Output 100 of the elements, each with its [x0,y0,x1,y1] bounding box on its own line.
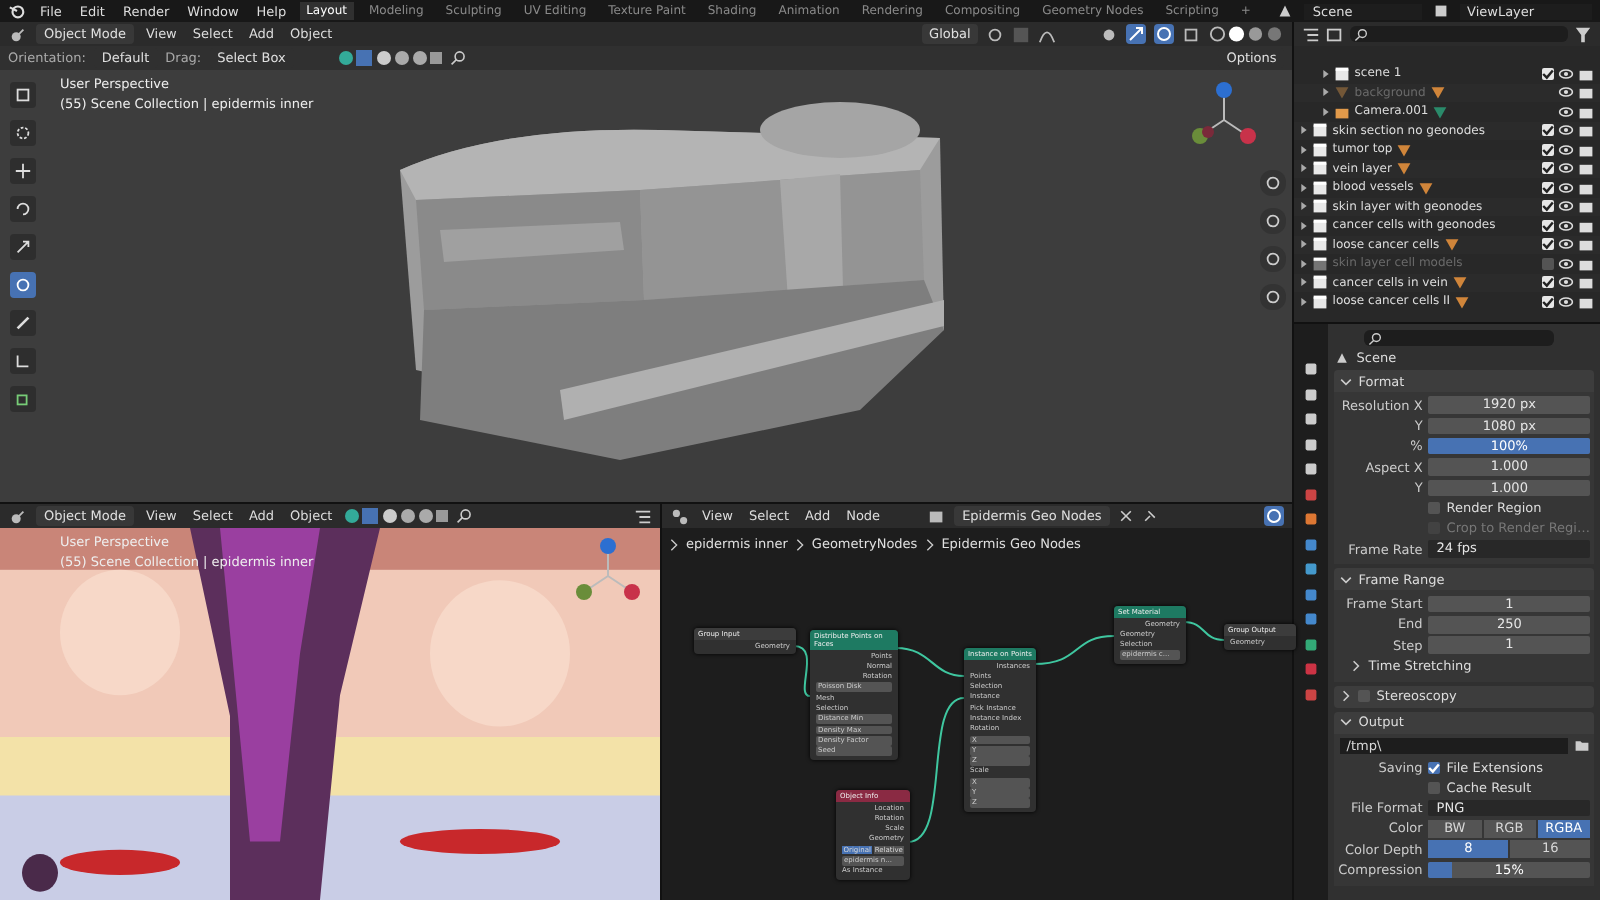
exclude-checkbox[interactable] [1542,200,1554,213]
exclude-checkbox[interactable] [1542,67,1554,80]
annotate-icon [14,314,32,332]
eye-icon[interactable] [1558,274,1574,291]
expand-arrow-icon[interactable] [1322,69,1331,78]
measure-tool-button[interactable] [10,348,36,374]
expand-arrow-icon[interactable] [1300,221,1309,230]
search-icon [1354,27,1369,41]
expand-arrow-icon[interactable] [1300,240,1309,249]
measure-icon [14,352,32,370]
close-icon[interactable] [1117,508,1134,524]
shading-modes-icon[interactable] [1208,24,1285,44]
eye-icon[interactable] [1558,198,1574,215]
checkbox[interactable] [1428,502,1441,515]
gizmo-toggle-icon[interactable] [1126,24,1147,44]
collection-icon [1312,141,1329,158]
outliner-filter-icon[interactable] [634,507,652,525]
node-tree-icon[interactable] [928,507,947,525]
exclude-checkbox[interactable] [1542,219,1554,232]
transform-tool-button[interactable] [10,272,36,298]
search-icon[interactable] [449,50,466,66]
editor-type-icon[interactable] [670,507,690,525]
folder-icon[interactable] [1574,738,1590,755]
cube-icon [14,390,32,408]
expand-arrow-icon[interactable] [1300,183,1309,192]
exclude-checkbox[interactable] [1542,276,1554,289]
expand-arrow-icon[interactable] [1300,145,1309,154]
node-link [895,647,965,677]
exclude-checkbox[interactable] [1542,124,1554,137]
display-mode-icon[interactable] [1326,25,1345,43]
exclude-checkbox[interactable] [1542,181,1554,194]
pivot-icon[interactable] [986,25,1005,43]
logo-icon[interactable] [8,2,26,20]
scale-tool-button[interactable] [10,234,36,260]
collection-icon [1312,255,1329,272]
expand-arrow-icon[interactable] [1300,297,1309,306]
select-icon [14,86,32,104]
node-link [1183,621,1225,641]
eye-icon[interactable] [1558,84,1574,101]
expand-arrow-icon[interactable] [1322,107,1331,116]
exclude-checkbox[interactable] [1542,238,1554,251]
expand-arrow-icon[interactable] [1300,164,1309,173]
search-field[interactable] [1364,330,1554,346]
checkbox[interactable] [1428,781,1441,794]
editor-type-icon[interactable] [1302,25,1321,43]
select-tool-button[interactable] [10,82,36,108]
editor-type-icon[interactable] [8,507,28,525]
eye-icon[interactable] [1558,141,1574,158]
rotate-icon [14,200,32,218]
expand-arrow-icon[interactable] [1300,202,1309,211]
editor-type-icon[interactable] [8,25,28,43]
eye-icon[interactable] [1558,160,1574,177]
chevron-icon [1340,573,1353,586]
exclude-checkbox[interactable] [1542,143,1554,156]
eye-icon[interactable] [1558,293,1574,310]
xray-icon[interactable] [1182,25,1201,43]
node-link [793,645,811,697]
scale-icon [14,238,32,256]
overlay-toggle-icon[interactable] [1264,506,1285,526]
camera-icon[interactable] [1260,246,1287,272]
zoom-icon[interactable] [1260,170,1287,196]
collection-icon [1312,293,1329,310]
eye-icon[interactable] [1558,103,1574,120]
search-icon[interactable] [456,508,473,524]
search-icon [1368,331,1383,345]
camera-icon [1334,103,1351,120]
collection-icon [1312,217,1329,234]
transform-icon [14,276,32,294]
collection-icon [1312,160,1329,177]
exclude-checkbox[interactable] [1542,162,1554,175]
shading-icons[interactable] [344,506,449,526]
expand-arrow-icon[interactable] [1300,278,1309,287]
scene-icon [1334,350,1351,366]
hand-icon[interactable] [1260,208,1287,234]
expand-arrow-icon[interactable] [1300,126,1309,135]
mesh-icon [1334,84,1351,101]
cube-tool-button[interactable] [10,386,36,412]
exclude-checkbox[interactable] [1542,295,1554,308]
overlay-toggle-icon[interactable] [1154,24,1175,44]
move-tool-button[interactable] [10,158,36,184]
shading-icons[interactable] [337,48,442,68]
move-icon [14,162,32,180]
grid-icon[interactable] [1260,284,1287,310]
eye-icon[interactable] [1558,236,1574,253]
pin-icon[interactable] [1141,508,1158,524]
cursor-tool-button[interactable] [10,120,36,146]
collection-icon [1312,236,1329,253]
node-link [1033,635,1115,665]
checkbox[interactable] [1428,761,1441,773]
rotate-tool-button[interactable] [10,196,36,222]
eye-icon[interactable] [1558,217,1574,234]
eye-icon[interactable] [1558,122,1574,139]
chevron-icon [1340,375,1353,387]
annotate-tool-button[interactable] [10,310,36,336]
eye-icon[interactable] [1558,179,1574,196]
eye-icon[interactable] [1558,65,1574,82]
chevron-icon [1350,659,1363,672]
collection-icon [1334,65,1351,82]
search-field[interactable] [1350,26,1568,42]
collection-icon [1312,274,1329,291]
